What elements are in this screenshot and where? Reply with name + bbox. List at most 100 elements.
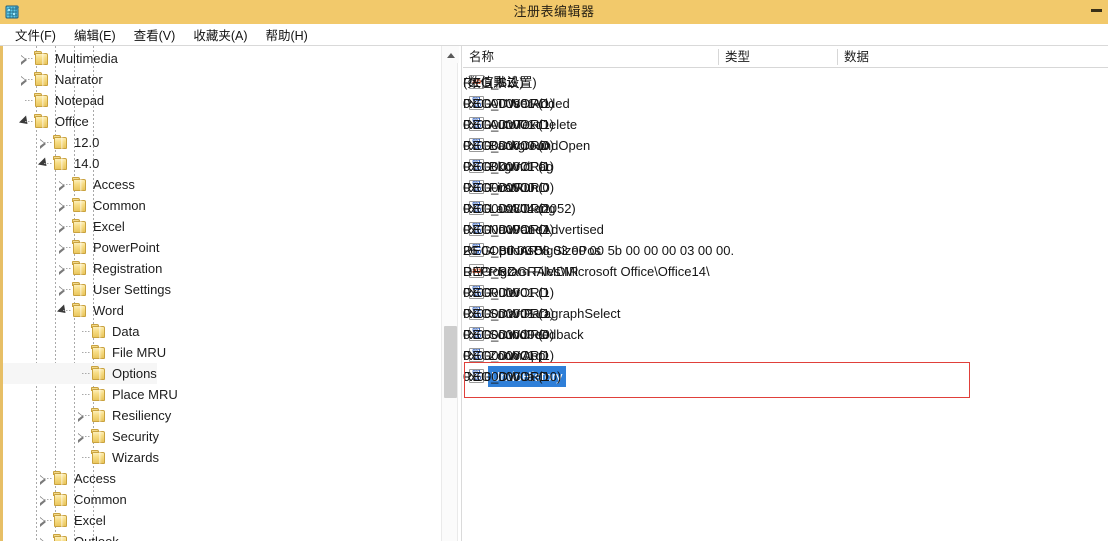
- tree-item-label: Data: [112, 324, 140, 339]
- menu-edit[interactable]: 编辑(E): [65, 23, 125, 46]
- folder-icon: [71, 303, 88, 318]
- tree-item-resiliency[interactable]: Resiliency: [3, 405, 171, 426]
- tree-item-label: Access: [74, 471, 116, 486]
- folder-icon: [90, 324, 107, 339]
- tree-item-14-0[interactable]: 14.0: [3, 153, 99, 174]
- value-row[interactable]: 011 100 NavPaneAdvertised REG_DWORD 0x000000…: [463, 219, 1108, 240]
- tree-item-label: 12.0: [74, 135, 100, 150]
- tree-item-excel[interactable]: Excel: [3, 510, 106, 531]
- tree-item-label: Common: [93, 198, 146, 213]
- scrollbar-thumb[interactable]: [444, 326, 457, 398]
- tree-item-label: Place MRU: [112, 387, 178, 402]
- menu-favorites[interactable]: 收藏夹(A): [184, 23, 256, 46]
- tree-item-access[interactable]: Access: [3, 174, 135, 195]
- value-data: 0x00000001 (1): [463, 96, 555, 111]
- tree-item-label: Word: [93, 303, 124, 318]
- column-header-data[interactable]: 数据: [838, 46, 1108, 68]
- tree-item-12-0[interactable]: 12.0: [3, 132, 99, 153]
- folder-icon: [71, 240, 88, 255]
- column-header-type[interactable]: 类型: [719, 46, 838, 68]
- tree-item-label: Notepad: [55, 93, 105, 108]
- tree-item-label: Security: [112, 429, 159, 444]
- tree-item-registration[interactable]: Registration: [3, 258, 162, 279]
- value-data: 0x00000001 (1): [463, 117, 555, 132]
- tree-item-notepad[interactable]: Notepad: [3, 90, 104, 111]
- value-data: D:\Program Files\Microsoft Office\Office…: [463, 264, 710, 279]
- value-row[interactable]: 011 100 Ruler REG_DWORD 0x00000001 (1): [463, 282, 1108, 303]
- value-data: 0x00000804 (2052): [463, 201, 576, 216]
- value-row[interactable]: 011 100 BackgroundOpen REG_DWORD 0x00000000 …: [463, 135, 1108, 156]
- pane-splitter[interactable]: [459, 46, 462, 541]
- tree-item-label: User Settings: [93, 282, 172, 297]
- value-row[interactable]: 011 100 BkgrndPag REG_DWORD 0x00000001 (1): [463, 156, 1108, 177]
- tree-item-label: Multimedia: [55, 51, 118, 66]
- registry-values-pane[interactable]: 名称 类型 数据 ab (默认) REG_SZ (数值未设置) 011 100 ATUser…: [463, 46, 1108, 541]
- folder-icon: [33, 93, 50, 108]
- folder-icon: [33, 114, 50, 129]
- tree-item-common[interactable]: Common: [3, 489, 127, 510]
- folder-icon: [90, 408, 107, 423]
- value-row[interactable]: 011 100 AutoTextDelete REG_DWORD 0x00000001 …: [463, 114, 1108, 135]
- tree-item-place-mru[interactable]: Place MRU: [3, 384, 178, 405]
- value-row[interactable]: 011 100 SoundFeedback REG_DWORD 0x00000000 (…: [463, 324, 1108, 345]
- folder-icon: [52, 156, 69, 171]
- menu-file[interactable]: 文件(F): [6, 23, 65, 46]
- tree-item-word[interactable]: Word: [3, 300, 124, 321]
- tree-item-office[interactable]: Office: [3, 111, 89, 132]
- scroll-up-arrow-icon[interactable]: [442, 46, 459, 63]
- tree-item-wizards[interactable]: Wizards: [3, 447, 159, 468]
- tree-item-file-mru[interactable]: File MRU: [3, 342, 166, 363]
- value-row[interactable]: ab (默认) REG_SZ (数值未设置): [463, 72, 1108, 93]
- tree-item-security[interactable]: Security: [3, 426, 159, 447]
- menu-view[interactable]: 查看(V): [125, 23, 185, 46]
- value-data: 26 04 00 00 58 03 00 00 5b 00 00 00 03 0…: [463, 243, 735, 258]
- folder-icon: [71, 198, 88, 213]
- tree-item-narrator[interactable]: Narrator: [3, 69, 103, 90]
- value-row[interactable]: 011 100 ZoomApp REG_DWORD 0x00000001 (1): [463, 345, 1108, 366]
- column-header-name[interactable]: 名称: [463, 46, 719, 68]
- expand-arrow-icon[interactable]: [36, 531, 52, 541]
- registry-editor-window: 注册表编辑器 文件(F) 编辑(E) 查看(V) 收藏夹(A) 帮助(H) Mu…: [0, 0, 1108, 541]
- folder-icon: [33, 72, 50, 87]
- tree-item-common[interactable]: Common: [3, 195, 146, 216]
- folder-icon: [71, 177, 88, 192]
- value-row[interactable]: 011 100 UndoHistory REG_DWORD 0x0000000a (10…: [463, 366, 1108, 387]
- tree-item-label: Outlook: [74, 531, 119, 541]
- minimize-button[interactable]: [1091, 9, 1102, 12]
- value-data: (数值未设置): [463, 75, 537, 90]
- tree-item-excel[interactable]: Excel: [3, 216, 125, 237]
- tree-item-user-settings[interactable]: User Settings: [3, 279, 171, 300]
- folder-icon: [52, 135, 69, 150]
- value-row[interactable]: ab PROGRAMDIR REG_SZ D:\Program Files\Micro…: [463, 261, 1108, 282]
- registry-tree-pane[interactable]: Multimedia Narrator Notepad Office 12.0 14.0 A…: [3, 46, 440, 541]
- tree-item-label: Excel: [93, 219, 125, 234]
- folder-icon: [52, 513, 69, 528]
- title-bar[interactable]: 注册表编辑器: [0, 0, 1108, 24]
- tree-item-data[interactable]: Data: [3, 321, 139, 342]
- folder-icon: [71, 261, 88, 276]
- tree-scrollbar[interactable]: [441, 46, 459, 541]
- value-row[interactable]: 011 100 OptionsDlgSizePos REG_BINARY 26 04 0…: [463, 240, 1108, 261]
- value-row[interactable]: 011 100 FirstRun REG_DWORD 0x00000000 (0): [463, 177, 1108, 198]
- values-column-header: 名称 类型 数据: [463, 46, 1108, 68]
- value-data: 0x00000000 (0): [463, 138, 555, 153]
- tree-item-outlook[interactable]: Outlook: [3, 531, 119, 541]
- value-data: 0x00000001 (1): [463, 285, 555, 300]
- tree-item-multimedia[interactable]: Multimedia: [3, 48, 118, 69]
- value-row[interactable]: 011 100 LastUILang REG_DWORD 0x00000804 (205…: [463, 198, 1108, 219]
- tree-item-access[interactable]: Access: [3, 468, 116, 489]
- tree-item-label: Resiliency: [112, 408, 172, 423]
- tree-item-label: Common: [74, 492, 127, 507]
- window-title: 注册表编辑器: [513, 4, 595, 19]
- value-row[interactable]: 011 100 ATUserAdded REG_DWORD 0x00000001 (1): [463, 93, 1108, 114]
- value-row[interactable]: 011 100 SmartParagraphSelect REG_DWORD 0x000…: [463, 303, 1108, 324]
- tree-item-label: 14.0: [74, 156, 100, 171]
- value-data: 0x00000001 (1): [463, 306, 555, 321]
- folder-icon: [52, 534, 69, 541]
- folder-icon: [90, 450, 107, 465]
- menu-help[interactable]: 帮助(H): [256, 23, 316, 46]
- tree-item-options[interactable]: Options: [3, 363, 157, 384]
- tree-item-powerpoint[interactable]: PowerPoint: [3, 237, 159, 258]
- folder-icon: [52, 492, 69, 507]
- tree-item-label: Office: [55, 114, 89, 129]
